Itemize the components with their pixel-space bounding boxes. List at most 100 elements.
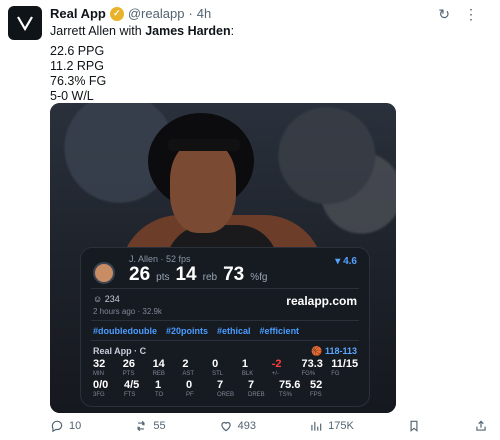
to-label: TO [155,392,164,398]
share-icon [476,420,486,431]
stat-blk: 1 BLK [242,358,272,377]
stl-label: STL [212,371,224,377]
account-handle[interactable]: @realapp [128,6,185,21]
stat-fg-pct: 73.3 FG% [301,358,331,377]
tweet-actions: 10 55 493 175K [50,419,488,433]
stat-fg: 11/15 FG [331,358,361,377]
ppg-stat: 22.6 PPG [50,44,105,58]
stl-value: 0 [212,358,219,370]
min-value: 32 [93,358,106,370]
stat-card: J. Allen · 52 fps 26 pts 14 reb 73 %fg ▾ 4.… [80,247,370,407]
fps-label: FPS [310,392,322,398]
ts-value: 75.6 [279,379,301,391]
card-divider-bottom [91,340,359,341]
like-count: 493 [237,420,257,432]
fg-pct-value: 73.3 [301,358,323,370]
card-divider-middle [91,320,359,321]
stat-fps: 52 FPS [310,379,341,398]
card-likes: 234 [104,294,120,304]
avatar[interactable] [8,6,42,40]
card-timeline: 2 hours ago · 32.9k [93,307,162,316]
views-count: 175K [328,420,354,432]
min-label: MIN [93,371,104,377]
stat-pts: 26 PTS [123,358,153,377]
headband [168,139,240,151]
pts-label: PTS [122,371,135,377]
player-name: J. Allen · 52 fps [129,254,191,264]
points-value: 26 [129,264,151,285]
views-button[interactable]: 175K [309,419,354,433]
plus-minus-badge: ▾ 4.6 [335,256,357,267]
tweet-text-suffix: : [230,24,235,38]
reply-button[interactable]: 10 [50,419,81,433]
fts-value: 4/5 [124,379,140,391]
blk-value: 1 [241,358,249,370]
ast-label: AST [182,371,195,377]
player-avatar [93,262,115,284]
card-divider-top [91,288,359,289]
stat-dreb: 7 DREB [248,379,279,398]
pf-label: PF [186,392,194,398]
fts-label: FTS [124,392,136,398]
fg-unit: %fg [250,272,268,283]
score-value: 118-113 [324,346,357,356]
repost-icon [137,420,146,432]
plus-minus-value: 4.6 [343,256,357,267]
ts-label: TS% [279,392,293,398]
stat-3fg: 0/0 3FG [93,379,124,398]
hashtag-20points[interactable]: #20points [166,326,208,336]
logo-icon [17,16,33,32]
stat-ast: 2 AST [182,358,212,377]
tweet-media[interactable]: J. Allen · 52 fps 26 pts 14 reb 73 %fg ▾ 4.… [50,103,396,413]
hashtag-efficient[interactable]: #efficient [260,326,300,336]
likes-row: ☺ 234 [93,294,120,304]
mention-text: James Harden [145,24,231,38]
rebounds-unit: reb [202,272,218,283]
fg-made-label: FG [331,371,340,377]
stat-to: 1 TO [155,379,186,398]
account-name[interactable]: Real App [50,6,106,21]
repost-button[interactable]: 55 [134,419,166,433]
stat-ts: 75.6 TS% [279,379,310,398]
points-unit: pts [156,272,170,283]
brand-link[interactable]: realapp.com [286,294,357,308]
headline-stats: 26 pts 14 reb 73 %fg [129,264,267,286]
hashtag-list: #doubledouble #20points #ethical #effici… [93,326,299,336]
plus-minus-label: +/- [271,371,279,377]
fg-value: 73 [223,264,245,285]
tweet-text: Jarrett Allen with James Harden: [50,24,234,39]
repost-count: 55 [153,420,166,432]
heart-icon [220,421,231,432]
team-label: Real App · C [93,346,147,356]
reb-label: REB [152,371,165,377]
game-score: 🏀 118-113 [311,346,357,356]
reb-value: 14 [152,358,165,370]
stat-fts: 4/5 FTS [124,379,155,398]
reply-count: 10 [69,420,82,432]
views-icon [311,421,322,431]
pts-value: 26 [122,358,136,370]
fps-value: 52 [310,379,323,391]
tweet-time[interactable]: 4h [197,6,211,21]
to-value: 1 [155,379,162,391]
like-button[interactable]: 493 [219,419,256,433]
more-icon[interactable]: ⋮ [464,6,478,23]
stat-stl: 0 STL [212,358,242,377]
rpg-stat: 11.2 RPG [50,59,104,73]
refresh-icon[interactable]: ↻ [438,6,450,23]
bookmark-icon [410,420,418,432]
bookmark-button[interactable] [407,419,421,433]
ast-value: 2 [182,358,189,370]
hashtag-ethical[interactable]: #ethical [217,326,251,336]
reply-icon [51,420,63,433]
tweet-menu: ↻ ⋮ [438,6,478,23]
share-button[interactable] [474,419,488,433]
hashtag-doubledouble[interactable]: #doubledouble [93,326,157,336]
plus-minus-stat-value: -2 [271,358,282,370]
fg-stat: 76.3% FG [50,74,107,88]
wl-stat: 5-0 W/L [50,89,94,103]
blk-label: BLK [241,371,254,377]
verified-icon: ✓ [109,6,124,21]
box-score-row-2: 0/0 3FG 4/5 FTS 1 TO 0 PF 7 OREB 7 DREB 75.6 TS… [93,379,361,398]
stat-oreb: 7 OREB [217,379,248,398]
